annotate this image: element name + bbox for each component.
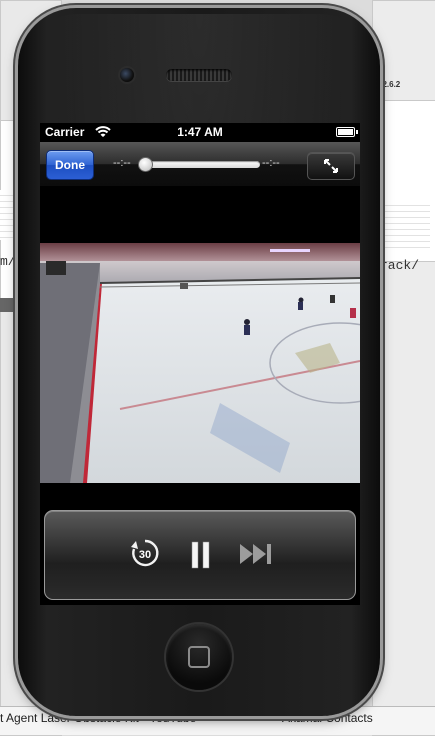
background-text-lines	[380, 200, 430, 250]
background-url-left: m/	[0, 254, 16, 269]
next-track-icon[interactable]	[239, 543, 273, 565]
background-text-lines	[0, 190, 18, 240]
scrubber-track[interactable]	[143, 161, 260, 168]
home-square-icon	[188, 646, 210, 668]
fullscreen-icon	[324, 159, 338, 173]
battery-level	[338, 129, 353, 135]
video-toolbar: Done --:-- --:--	[40, 142, 360, 187]
elapsed-time: --:--	[113, 157, 131, 169]
background-url-right: rack/	[380, 258, 420, 273]
background-version: v2.6.2	[378, 80, 401, 89]
front-camera-icon	[120, 68, 134, 82]
hockey-rink-video	[40, 243, 360, 483]
scrubber-thumb[interactable]	[137, 157, 153, 172]
status-time: 1:47 AM	[177, 125, 223, 139]
earpiece-speaker	[166, 69, 232, 81]
playback-controls: 30	[44, 510, 356, 600]
rewind-seconds: 30	[139, 549, 151, 561]
pause-icon[interactable]	[191, 541, 211, 569]
background-bar	[0, 298, 20, 312]
fullscreen-button[interactable]	[307, 152, 355, 180]
home-button[interactable]	[166, 624, 232, 690]
status-bar: Carrier 1:47 AM	[40, 123, 360, 142]
remaining-time: --:--	[262, 157, 280, 169]
battery-icon	[336, 127, 358, 137]
video-frame[interactable]	[40, 243, 360, 483]
done-button[interactable]: Done	[46, 150, 94, 180]
rewind-30-icon[interactable]: 30	[129, 537, 161, 569]
